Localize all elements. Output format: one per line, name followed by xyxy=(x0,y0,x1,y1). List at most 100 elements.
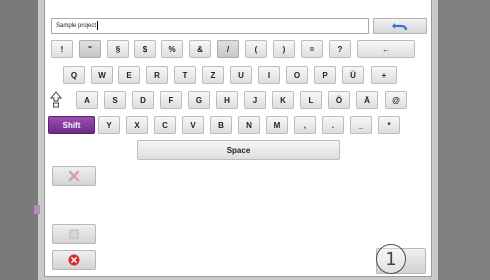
key-label: K xyxy=(280,95,286,105)
key-label: I xyxy=(267,70,271,80)
key-percent[interactable]: % xyxy=(161,40,183,58)
key-label: C xyxy=(162,120,168,130)
key-g[interactable]: G xyxy=(188,91,210,109)
key-p[interactable]: P xyxy=(314,66,336,84)
key-label: A xyxy=(84,95,90,105)
key-ampersand[interactable]: & xyxy=(189,40,211,58)
key-label: + xyxy=(381,70,387,80)
key-e[interactable]: E xyxy=(118,66,140,84)
key-comma[interactable]: , xyxy=(294,116,316,134)
key-v[interactable]: V xyxy=(182,116,204,134)
key-k[interactable]: K xyxy=(272,91,294,109)
text-input[interactable]: Sample project xyxy=(51,18,369,34)
key-label: Ü xyxy=(350,70,356,80)
key-a-umlaut[interactable]: Ä xyxy=(356,91,378,109)
key-plus[interactable]: + xyxy=(371,66,397,84)
key-r[interactable]: R xyxy=(146,66,168,84)
key-x[interactable]: X xyxy=(126,116,148,134)
key-label: * xyxy=(387,120,391,130)
key-label: ! xyxy=(60,44,64,54)
key-label: _ xyxy=(358,120,364,130)
key-f[interactable]: F xyxy=(160,91,182,109)
key-i[interactable]: I xyxy=(258,66,280,84)
key-label: H xyxy=(224,95,230,105)
key-label: , xyxy=(303,120,307,130)
key-label: R xyxy=(154,70,160,80)
key-label: . xyxy=(331,120,335,130)
key-equals[interactable]: = xyxy=(301,40,323,58)
clear-text-button[interactable] xyxy=(52,166,96,186)
close-circle-icon xyxy=(68,254,80,266)
key-slash[interactable]: / xyxy=(217,40,239,58)
key-z[interactable]: Z xyxy=(202,66,224,84)
key-dollar[interactable]: $ xyxy=(134,40,156,58)
key-exclamation[interactable]: ! xyxy=(51,40,73,58)
key-l[interactable]: L xyxy=(300,91,322,109)
key-j[interactable]: J xyxy=(244,91,266,109)
key-label: B xyxy=(218,120,224,130)
key-section[interactable]: § xyxy=(107,40,129,58)
shift-key[interactable]: Shift xyxy=(48,116,95,134)
key-b[interactable]: B xyxy=(210,116,232,134)
key-label: U xyxy=(238,70,244,80)
document-icon xyxy=(69,229,79,239)
key-o-umlaut[interactable]: Ö xyxy=(328,91,350,109)
key-label: = xyxy=(309,44,315,54)
key-label: O xyxy=(293,70,301,80)
key-label: " xyxy=(88,44,92,54)
space-key[interactable]: Space xyxy=(137,140,340,160)
key-label: Y xyxy=(106,120,112,130)
caps-lock-icon[interactable] xyxy=(50,91,62,108)
key-label: Ö xyxy=(335,95,343,105)
key-h[interactable]: H xyxy=(216,91,238,109)
key-asterisk[interactable]: * xyxy=(378,116,400,134)
key-s[interactable]: S xyxy=(104,91,126,109)
key-t[interactable]: T xyxy=(174,66,196,84)
key-label: X xyxy=(134,120,140,130)
key-label: V xyxy=(190,120,196,130)
key-label: / xyxy=(226,44,230,54)
key-paren-close[interactable]: ) xyxy=(273,40,295,58)
key-at[interactable]: @ xyxy=(385,91,407,109)
callout-number: 1 xyxy=(385,248,397,270)
key-label: Ä xyxy=(364,95,370,105)
backspace-key[interactable]: ← xyxy=(357,40,415,58)
key-y[interactable]: Y xyxy=(98,116,120,134)
key-label: ( xyxy=(254,44,258,54)
key-a[interactable]: A xyxy=(76,91,98,109)
key-label: G xyxy=(195,95,203,105)
key-c[interactable]: C xyxy=(154,116,176,134)
key-period[interactable]: . xyxy=(322,116,344,134)
key-quote[interactable]: " xyxy=(79,40,101,58)
key-label: J xyxy=(252,95,258,105)
key-label: Shift xyxy=(62,120,81,130)
key-m[interactable]: M xyxy=(266,116,288,134)
key-label: ? xyxy=(337,44,343,54)
key-label: Q xyxy=(70,70,78,80)
key-label: S xyxy=(112,95,118,105)
key-n[interactable]: N xyxy=(238,116,260,134)
clear-x-icon xyxy=(68,170,80,182)
key-label: % xyxy=(168,44,176,54)
key-o[interactable]: O xyxy=(286,66,308,84)
key-underscore[interactable]: _ xyxy=(350,116,372,134)
callout-marker: 1 xyxy=(376,244,406,274)
confirm-button[interactable] xyxy=(52,224,96,244)
background-accent xyxy=(34,205,40,214)
key-label: E xyxy=(126,70,132,80)
text-input-value: Sample project xyxy=(56,23,97,29)
key-u-umlaut[interactable]: Ü xyxy=(342,66,364,84)
key-label: & xyxy=(197,44,203,54)
undo-arrow-icon xyxy=(392,23,408,31)
key-question[interactable]: ? xyxy=(329,40,351,58)
text-caret xyxy=(97,20,99,30)
key-paren-open[interactable]: ( xyxy=(245,40,267,58)
key-w[interactable]: W xyxy=(91,66,113,84)
key-u[interactable]: U xyxy=(230,66,252,84)
cancel-button[interactable] xyxy=(52,250,96,270)
key-label: @ xyxy=(392,95,400,105)
key-q[interactable]: Q xyxy=(63,66,85,84)
key-d[interactable]: D xyxy=(132,91,154,109)
key-label: Space xyxy=(226,145,251,155)
undo-button[interactable] xyxy=(373,18,427,34)
